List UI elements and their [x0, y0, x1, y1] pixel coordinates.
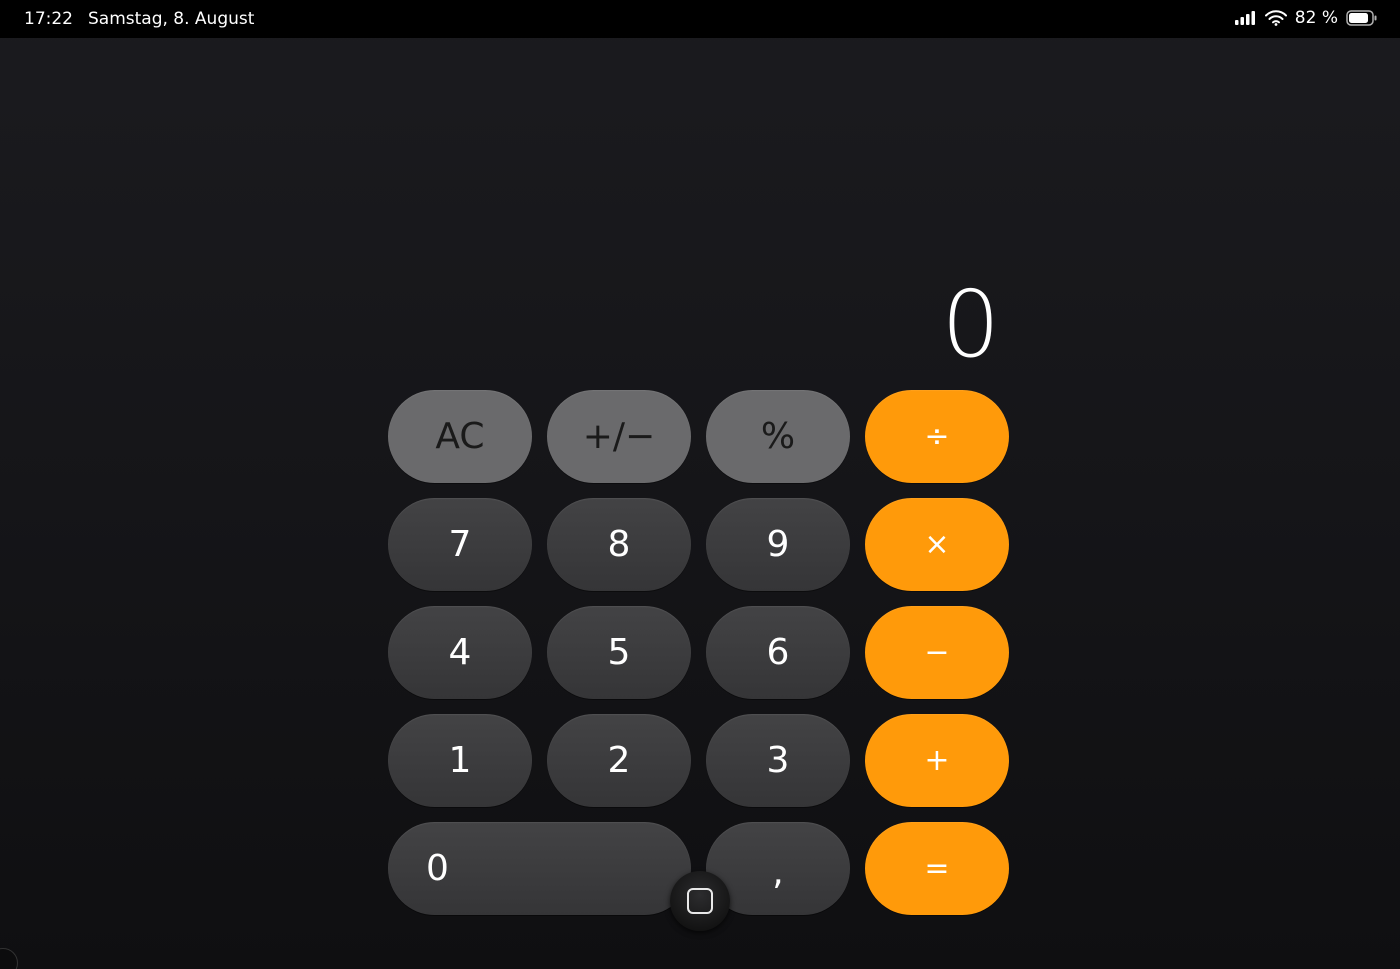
plus-button[interactable]: +: [865, 714, 1009, 807]
equals-button[interactable]: =: [865, 822, 1009, 915]
status-date: Samstag, 8. August: [88, 9, 255, 29]
digit-7-button[interactable]: 7: [388, 498, 532, 591]
status-bar: 17:22 Samstag, 8. August 82 %: [0, 0, 1400, 38]
battery-icon: [1346, 10, 1378, 26]
status-indicators: 82 %: [1234, 8, 1378, 28]
digit-1-button[interactable]: 1: [388, 714, 532, 807]
digit-6-button[interactable]: 6: [706, 606, 850, 699]
status-time: 17:22: [24, 9, 73, 29]
digit-2-button[interactable]: 2: [547, 714, 691, 807]
keypad: AC +/− % ÷ 7 8 9 × 4 5 6 − 1 2 3 + 0 , =: [388, 390, 1012, 915]
digit-3-button[interactable]: 3: [706, 714, 850, 807]
result-display: 0: [941, 271, 1000, 378]
digit-9-button[interactable]: 9: [706, 498, 850, 591]
percent-button[interactable]: %: [706, 390, 850, 483]
home-square-icon: [687, 888, 713, 914]
assistive-touch-icon[interactable]: [0, 948, 18, 969]
minus-button[interactable]: −: [865, 606, 1009, 699]
digit-0-button[interactable]: 0: [388, 822, 691, 915]
divide-button[interactable]: ÷: [865, 390, 1009, 483]
digit-8-button[interactable]: 8: [547, 498, 691, 591]
battery-percent: 82 %: [1294, 8, 1338, 28]
calculator-screen: 17:22 Samstag, 8. August 82 % 0 AC +/− %…: [0, 0, 1400, 969]
wifi-icon: [1264, 10, 1287, 26]
digit-4-button[interactable]: 4: [388, 606, 532, 699]
plus-minus-button[interactable]: +/−: [547, 390, 691, 483]
multiply-button[interactable]: ×: [865, 498, 1009, 591]
cellular-signal-icon: [1234, 11, 1257, 25]
clear-button[interactable]: AC: [388, 390, 532, 483]
home-button[interactable]: [670, 871, 730, 931]
digit-5-button[interactable]: 5: [547, 606, 691, 699]
